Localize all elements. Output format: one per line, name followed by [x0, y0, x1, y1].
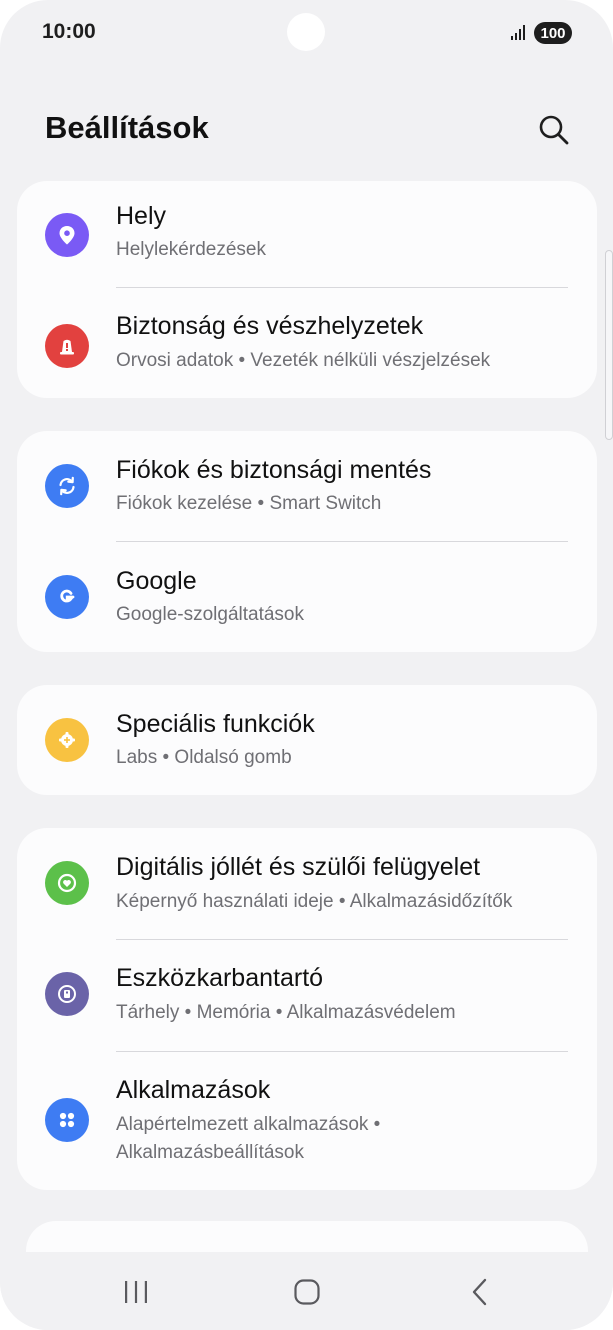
- settings-item-advanced-features[interactable]: Speciális funkciók Labs • Oldalsó gomb: [17, 685, 597, 795]
- settings-item-subtitle: Tárhely • Memória • Alkalmazásvédelem: [116, 1002, 456, 1023]
- settings-item-title: Fiókok és biztonsági mentés: [116, 456, 432, 484]
- settings-item-subtitle: Alapértelmezett alkalmazások •: [116, 1114, 381, 1135]
- heart-circle-icon: [45, 861, 89, 905]
- settings-item-title: Eszközkarbantartó: [116, 964, 324, 992]
- settings-item-title: Biztonság és vészhelyzetek: [116, 312, 424, 340]
- settings-group-2: Fiókok és biztonsági mentés Fiókok kezel…: [17, 431, 597, 652]
- back-icon: [472, 1278, 487, 1306]
- settings-group-3: Speciális funkciók Labs • Oldalsó gomb: [17, 685, 597, 795]
- settings-item-title: Speciális funkciók: [116, 710, 315, 738]
- settings-item-digital-wellbeing[interactable]: Digitális jóllét és szülői felügyelet Ké…: [17, 828, 597, 939]
- emergency-siren-icon: [45, 324, 89, 368]
- sync-arrows-icon: [45, 464, 89, 508]
- signal-bars-icon: [511, 25, 525, 40]
- location-pin-icon: [45, 213, 89, 257]
- settings-item-apps[interactable]: Alkalmazások Alapértelmezett alkalmazáso…: [17, 1052, 597, 1190]
- gear-plus-icon: [45, 718, 89, 762]
- settings-item-title: Alkalmazások: [116, 1076, 271, 1104]
- settings-item-subtitle: Fiókok kezelése • Smart Switch: [116, 493, 382, 514]
- settings-group-4: Digitális jóllét és szülői felügyelet Ké…: [17, 828, 597, 1190]
- navigation-bar: [0, 1252, 613, 1330]
- settings-item-location[interactable]: Hely Helylekérdezések: [17, 181, 597, 287]
- settings-item-title: Digitális jóllét és szülői felügyelet: [116, 853, 481, 881]
- status-time: 10:00: [42, 20, 96, 43]
- settings-item-subtitle: Helylekérdezések: [116, 239, 266, 260]
- settings-item-subtitle: Orvosi adatok • Vezeték nélküli vészjelz…: [116, 350, 491, 371]
- phone-screen: 10:00 100 Beállítások Hely Helylekérdezé…: [0, 0, 613, 1330]
- home-icon: [294, 1279, 320, 1305]
- settings-item-google[interactable]: Google Google-szolgáltatások: [17, 542, 597, 652]
- settings-item-accounts[interactable]: Fiókok és biztonsági mentés Fiókok kezel…: [17, 431, 597, 541]
- google-g-icon: [45, 575, 89, 619]
- status-bar: 10:00 100: [0, 0, 613, 70]
- recents-icon: [125, 1281, 147, 1303]
- back-button[interactable]: [458, 1272, 502, 1312]
- settings-item-safety[interactable]: Biztonság és vészhelyzetek Orvosi adatok…: [17, 288, 597, 398]
- home-button[interactable]: [285, 1272, 329, 1312]
- settings-item-device-care[interactable]: Eszközkarbantartó Tárhely • Memória • Al…: [17, 940, 597, 1051]
- search-button[interactable]: [536, 112, 572, 148]
- settings-item-subtitle-line2: Alkalmazásbeállítások: [116, 1142, 304, 1163]
- settings-group-1: Hely Helylekérdezések Biztonság és vészh…: [17, 181, 597, 398]
- battery-indicator: 100: [534, 22, 572, 44]
- recents-button[interactable]: [114, 1272, 158, 1312]
- search-icon: [539, 115, 569, 145]
- front-camera-cutout: [287, 13, 325, 51]
- apps-grid-icon: [45, 1098, 89, 1142]
- settings-item-subtitle: Labs • Oldalsó gomb: [116, 747, 292, 768]
- page-title: Beállítások: [45, 110, 209, 145]
- settings-item-title: Google: [116, 567, 197, 595]
- settings-item-subtitle: Google-szolgáltatások: [116, 604, 304, 625]
- settings-item-title: Hely: [116, 202, 167, 230]
- scrollbar[interactable]: [605, 250, 613, 440]
- device-care-icon: [45, 972, 89, 1016]
- settings-item-subtitle: Képernyő használati ideje • Alkalmazásid…: [116, 891, 513, 912]
